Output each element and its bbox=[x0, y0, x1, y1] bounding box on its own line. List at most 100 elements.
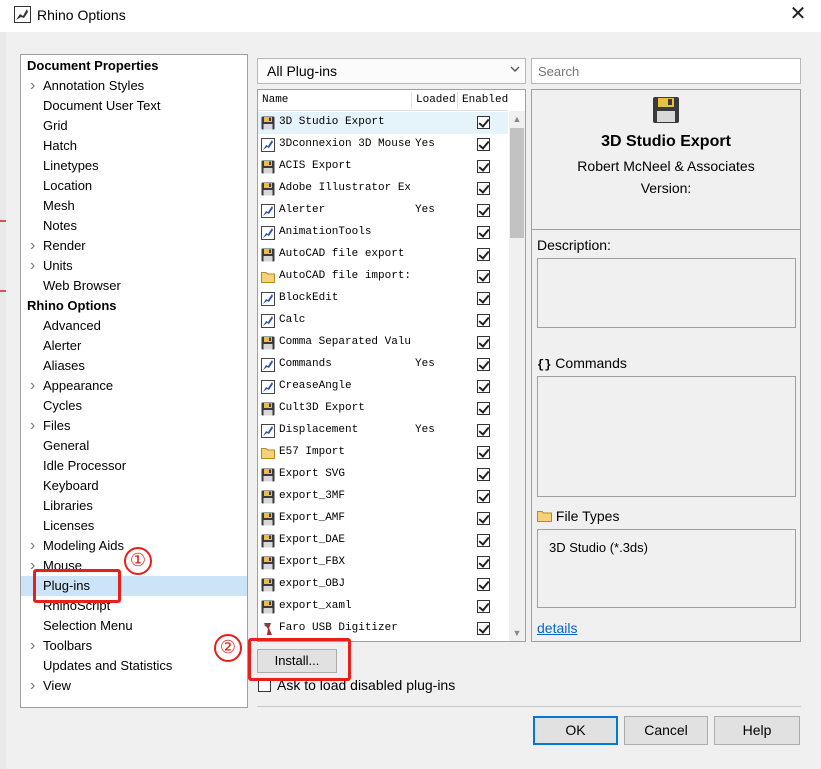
plugin-row[interactable]: Export_AMF bbox=[258, 508, 508, 530]
chevron-right-icon[interactable]: › bbox=[30, 256, 35, 276]
enabled-checkbox[interactable] bbox=[477, 468, 490, 481]
plugin-row[interactable]: BlockEdit bbox=[258, 288, 508, 310]
enabled-checkbox[interactable] bbox=[477, 402, 490, 415]
scroll-thumb[interactable] bbox=[510, 128, 524, 238]
enabled-checkbox[interactable] bbox=[477, 380, 490, 393]
tree-item-mesh[interactable]: Mesh bbox=[21, 196, 247, 216]
plugin-row[interactable]: export_xaml bbox=[258, 596, 508, 618]
enabled-checkbox[interactable] bbox=[477, 578, 490, 591]
plugin-row[interactable]: E57 Import bbox=[258, 442, 508, 464]
plugin-row[interactable]: Comma Separated Value bbox=[258, 332, 508, 354]
chevron-right-icon[interactable]: › bbox=[30, 236, 35, 256]
enabled-checkbox[interactable] bbox=[477, 490, 490, 503]
tree-item-linetypes[interactable]: Linetypes bbox=[21, 156, 247, 176]
plugin-list[interactable]: Name Loaded Enabled 3D Studio Export 3Dco… bbox=[257, 89, 526, 642]
enabled-checkbox[interactable] bbox=[477, 116, 490, 129]
plugin-row[interactable]: Faro USB Digitizer bbox=[258, 618, 508, 640]
enabled-checkbox[interactable] bbox=[477, 446, 490, 459]
enabled-checkbox[interactable] bbox=[477, 336, 490, 349]
chevron-right-icon[interactable]: › bbox=[30, 676, 35, 696]
enabled-checkbox[interactable] bbox=[477, 204, 490, 217]
enabled-checkbox[interactable] bbox=[477, 270, 490, 283]
cancel-button[interactable]: Cancel bbox=[624, 716, 708, 745]
enabled-checkbox[interactable] bbox=[477, 248, 490, 261]
tree-item-notes[interactable]: Notes bbox=[21, 216, 247, 236]
plugin-row[interactable]: AutoCAD file export : bbox=[258, 244, 508, 266]
column-header-name[interactable]: Name bbox=[262, 94, 288, 106]
tree-item-document-user-text[interactable]: Document User Text bbox=[21, 96, 247, 116]
tree-item-location[interactable]: Location bbox=[21, 176, 247, 196]
plugin-row[interactable]: 3Dconnexion 3D Mouse Yes bbox=[258, 134, 508, 156]
column-header-enabled[interactable]: Enabled bbox=[462, 94, 508, 106]
tree-item-licenses[interactable]: Licenses bbox=[21, 516, 247, 536]
enabled-checkbox[interactable] bbox=[477, 622, 490, 635]
plugin-row[interactable]: export_OBJ bbox=[258, 574, 508, 596]
tree-item-units[interactable]: › Units bbox=[21, 256, 247, 276]
enabled-checkbox[interactable] bbox=[477, 556, 490, 569]
tree-item-render[interactable]: › Render bbox=[21, 236, 247, 256]
plugin-row[interactable]: export_3MF bbox=[258, 486, 508, 508]
plugin-row[interactable]: Alerter Yes bbox=[258, 200, 508, 222]
plugin-icon bbox=[261, 292, 275, 306]
details-link[interactable]: details bbox=[537, 620, 577, 636]
enabled-checkbox[interactable] bbox=[477, 358, 490, 371]
tree-item-updates-and-statistics[interactable]: Updates and Statistics bbox=[21, 656, 247, 676]
plugin-row[interactable]: AnimationTools bbox=[258, 222, 508, 244]
plugin-row[interactable]: 3D Studio Export bbox=[258, 112, 508, 134]
plugin-row[interactable]: Adobe Illustrator Expo bbox=[258, 178, 508, 200]
plugin-row[interactable]: Export_DAE bbox=[258, 530, 508, 552]
tree-item-keyboard[interactable]: Keyboard bbox=[21, 476, 247, 496]
plugin-row[interactable]: CreaseAngle bbox=[258, 376, 508, 398]
plugin-list-scrollbar[interactable]: ▲ ▼ bbox=[509, 111, 525, 641]
plugin-filter-dropdown[interactable]: All Plug-ins bbox=[257, 58, 526, 84]
plugin-row[interactable]: Export_FBX bbox=[258, 552, 508, 574]
tree-item-files[interactable]: › Files bbox=[21, 416, 247, 436]
enabled-checkbox[interactable] bbox=[477, 424, 490, 437]
tree-item-grid[interactable]: Grid bbox=[21, 116, 247, 136]
search-input[interactable] bbox=[531, 58, 801, 84]
column-header-loaded[interactable]: Loaded bbox=[416, 94, 456, 106]
plugin-row[interactable]: Calc bbox=[258, 310, 508, 332]
enabled-checkbox[interactable] bbox=[477, 600, 490, 613]
plugin-row[interactable]: Displacement Yes bbox=[258, 420, 508, 442]
tree-item-cycles[interactable]: Cycles bbox=[21, 396, 247, 416]
plugin-row[interactable]: Cult3D Export bbox=[258, 398, 508, 420]
tree-item-idle-processor[interactable]: Idle Processor bbox=[21, 456, 247, 476]
plugin-row[interactable]: ACIS Export bbox=[258, 156, 508, 178]
chevron-right-icon[interactable]: › bbox=[30, 376, 35, 396]
enabled-checkbox[interactable] bbox=[477, 512, 490, 525]
enabled-checkbox[interactable] bbox=[477, 138, 490, 151]
tree-item-annotation-styles[interactable]: › Annotation Styles bbox=[21, 76, 247, 96]
enabled-checkbox[interactable] bbox=[477, 292, 490, 305]
options-tree[interactable]: Document Properties › Annotation Styles Doc… bbox=[20, 54, 248, 708]
help-button[interactable]: Help bbox=[714, 716, 800, 745]
chevron-right-icon[interactable]: › bbox=[30, 636, 35, 656]
tree-item-libraries[interactable]: Libraries bbox=[21, 496, 247, 516]
tree-item-general[interactable]: General bbox=[21, 436, 247, 456]
ok-button[interactable]: OK bbox=[533, 716, 618, 745]
plugin-row[interactable]: AutoCAD file import: i bbox=[258, 266, 508, 288]
enabled-checkbox[interactable] bbox=[477, 160, 490, 173]
plugin-row[interactable]: Export SVG bbox=[258, 464, 508, 486]
chevron-right-icon[interactable]: › bbox=[30, 416, 35, 436]
tree-item-hatch[interactable]: Hatch bbox=[21, 136, 247, 156]
tree-item-web-browser[interactable]: Web Browser bbox=[21, 276, 247, 296]
tree-item-advanced[interactable]: Advanced bbox=[21, 316, 247, 336]
tree-item-view[interactable]: › View bbox=[21, 676, 247, 696]
tree-header-document-properties[interactable]: Document Properties bbox=[21, 56, 247, 76]
enabled-checkbox[interactable] bbox=[477, 534, 490, 547]
scroll-up-arrow-icon[interactable]: ▲ bbox=[509, 111, 525, 127]
tree-header-rhino-options[interactable]: Rhino Options bbox=[21, 296, 247, 316]
tree-item-alerter[interactable]: Alerter bbox=[21, 336, 247, 356]
plugin-row[interactable]: Commands Yes bbox=[258, 354, 508, 376]
chevron-right-icon[interactable]: › bbox=[30, 76, 35, 96]
chevron-right-icon[interactable]: › bbox=[30, 536, 35, 556]
enabled-checkbox[interactable] bbox=[477, 314, 490, 327]
tree-item-appearance[interactable]: › Appearance bbox=[21, 376, 247, 396]
tree-item-aliases[interactable]: Aliases bbox=[21, 356, 247, 376]
enabled-checkbox[interactable] bbox=[477, 182, 490, 195]
scroll-down-arrow-icon[interactable]: ▼ bbox=[509, 625, 525, 641]
close-button[interactable]: ✕ bbox=[786, 3, 810, 27]
enabled-checkbox[interactable] bbox=[477, 226, 490, 239]
tree-item-selection-menu[interactable]: Selection Menu bbox=[21, 616, 247, 636]
